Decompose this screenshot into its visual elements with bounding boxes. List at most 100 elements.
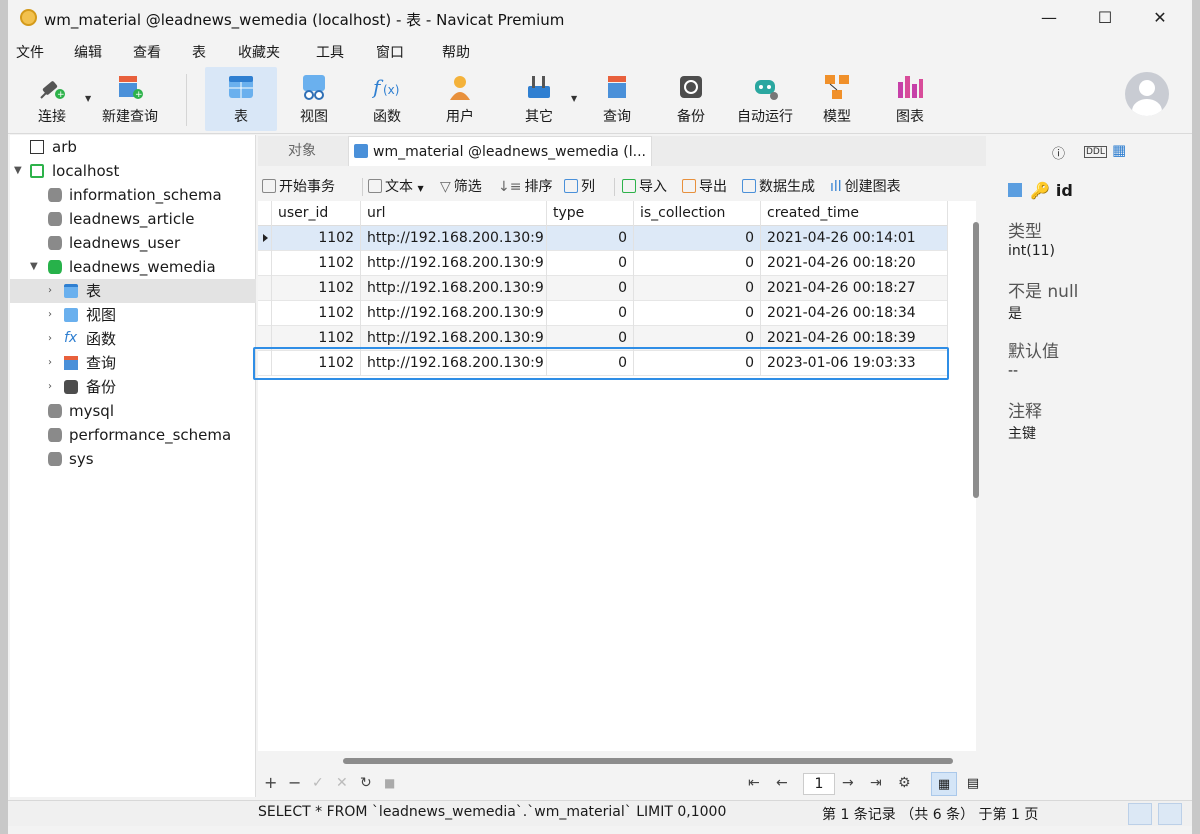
tree-item-backups[interactable]: › 备份 [10,375,256,399]
tree-item-arb[interactable]: arb [10,135,256,159]
chevron-right-icon[interactable]: › [48,351,52,375]
menu-help[interactable]: 帮助 [442,42,470,62]
last-page-button[interactable]: ⇥ [870,775,882,791]
info-icon[interactable]: ⓘ [1052,143,1065,162]
settings-gear-button[interactable]: ⚙ [898,775,911,791]
menu-tools[interactable]: 工具 [316,42,344,62]
cell-url[interactable]: http://192.168.200.130:9 [361,276,547,301]
grid-view-button[interactable]: ▦ [931,772,957,796]
toggle-right-pane-button[interactable] [1158,803,1182,825]
delete-record-button[interactable]: − [288,773,301,792]
toolbar-view-button[interactable]: 视图 [283,67,345,131]
stop-button[interactable]: ■ [384,776,395,790]
chevron-right-icon[interactable]: › [48,327,52,351]
next-page-button[interactable]: → [842,775,854,791]
discard-changes-button[interactable]: ✕ [336,775,348,791]
tree-item-views[interactable]: › 视图 [10,303,256,327]
chevron-down-icon[interactable]: ▼ [14,159,22,183]
toolbar-automation-button[interactable]: 自动运行 [732,67,798,131]
cell-is-collection[interactable]: 0 [634,251,761,276]
form-view-button[interactable]: ▤ [960,772,986,796]
table-row[interactable]: 1102 http://192.168.200.130:9 0 0 2021-0… [258,276,948,301]
minimize-button[interactable]: — [1036,6,1062,30]
user-avatar[interactable] [1125,72,1169,116]
tree-item-performance-schema[interactable]: performance_schema [10,423,256,447]
menu-view[interactable]: 查看 [133,42,161,62]
chevron-down-icon[interactable]: ▼ [30,255,38,279]
tree-item-localhost[interactable]: ▼ localhost [10,159,256,183]
tree-item-information-schema[interactable]: information_schema [10,183,256,207]
sort-button[interactable]: ↓≡ 排序 [498,176,552,196]
connect-button[interactable]: + 连接 [30,67,74,131]
toolbar-backup-button[interactable]: 备份 [660,67,722,131]
begin-transaction-button[interactable]: 开始事务 [262,176,335,196]
close-button[interactable]: ✕ [1147,6,1173,30]
cell-user-id[interactable]: 1102 [272,301,361,326]
toolbar-chart-button[interactable]: 图表 [879,67,941,131]
column-header-url[interactable]: url [361,201,547,226]
toolbar-function-button[interactable]: f (x) 函数 [356,67,418,131]
menu-edit[interactable]: 编辑 [74,42,102,62]
text-button[interactable]: 文本 ▼ [368,176,424,196]
cell-created-time[interactable]: 2021-04-26 00:18:20 [761,251,948,276]
cell-created-time[interactable]: 2021-04-26 00:18:27 [761,276,948,301]
columns-button[interactable]: 列 [564,176,595,196]
column-header-created-time[interactable]: created_time [761,201,948,226]
maximize-button[interactable]: ☐ [1092,6,1118,30]
cell-created-time[interactable]: 2021-04-26 00:18:34 [761,301,948,326]
cell-url[interactable]: http://192.168.200.130:9 [361,301,547,326]
table-row[interactable]: 1102 http://192.168.200.130:9 0 0 2021-0… [258,301,948,326]
chevron-right-icon[interactable]: › [48,375,52,399]
tree-item-sys[interactable]: sys [10,447,256,471]
previous-page-button[interactable]: ← [776,775,788,791]
tree-item-leadnews-wemedia[interactable]: ▼ leadnews_wemedia [10,255,256,279]
cell-is-collection[interactable]: 0 [634,226,761,251]
cell-url[interactable]: http://192.168.200.130:9 [361,226,547,251]
menu-window[interactable]: 窗口 [376,42,404,62]
tab-wm-material[interactable]: wm_material @leadnews_wemedia (l... [348,136,652,166]
chevron-right-icon[interactable]: › [48,279,52,303]
cell-url[interactable]: http://192.168.200.130:9 [361,251,547,276]
ddl-icon[interactable]: DDL [1084,146,1107,158]
page-number-input[interactable]: 1 [803,773,835,795]
cell-is-collection[interactable]: 0 [634,276,761,301]
toggle-left-pane-button[interactable] [1128,803,1152,825]
toolbar-user-button[interactable]: 用户 [429,67,491,131]
table-row[interactable]: 1102 http://192.168.200.130:9 0 0 2021-0… [258,226,948,251]
toolbar-table-button[interactable]: 表 [205,67,277,131]
cell-type[interactable]: 0 [547,301,634,326]
add-record-button[interactable]: + [264,773,277,792]
other-dropdown-icon[interactable]: ▼ [571,94,577,103]
vertical-scrollbar[interactable] [973,222,979,498]
tree-item-queries[interactable]: › 查询 [10,351,256,375]
create-chart-button[interactable]: ıll 创建图表 [830,176,901,196]
cell-user-id[interactable]: 1102 [272,251,361,276]
import-button[interactable]: 导入 [622,176,667,196]
column-header-type[interactable]: type [547,201,634,226]
cell-type[interactable]: 0 [547,226,634,251]
menu-favorites[interactable]: 收藏夹 [238,42,280,62]
apply-changes-button[interactable]: ✓ [312,775,324,791]
tree-item-functions[interactable]: › fx 函数 [10,327,256,351]
cell-user-id[interactable]: 1102 [272,276,361,301]
tree-item-mysql[interactable]: mysql [10,399,256,423]
toolbar-query-button[interactable]: 查询 [586,67,648,131]
connect-dropdown-icon[interactable]: ▼ [85,94,91,103]
data-generation-button[interactable]: 数据生成 [742,176,815,196]
tree-item-leadnews-user[interactable]: leadnews_user [10,231,256,255]
field-grid-icon[interactable]: ▦ [1112,141,1126,159]
toolbar-other-button[interactable]: 其它 [508,67,570,131]
cell-type[interactable]: 0 [547,251,634,276]
menu-table[interactable]: 表 [192,42,206,62]
table-row[interactable]: 1102 http://192.168.200.130:9 0 0 2021-0… [258,251,948,276]
toolbar-model-button[interactable]: 模型 [806,67,868,131]
cell-user-id[interactable]: 1102 [272,226,361,251]
export-button[interactable]: 导出 [682,176,727,196]
cell-type[interactable]: 0 [547,276,634,301]
first-page-button[interactable]: ⇤ [748,775,760,791]
column-header-user-id[interactable]: user_id [272,201,361,226]
menu-file[interactable]: 文件 [16,42,44,62]
chevron-right-icon[interactable]: › [48,303,52,327]
tree-item-leadnews-article[interactable]: leadnews_article [10,207,256,231]
tab-objects[interactable]: 对象 [258,136,346,166]
